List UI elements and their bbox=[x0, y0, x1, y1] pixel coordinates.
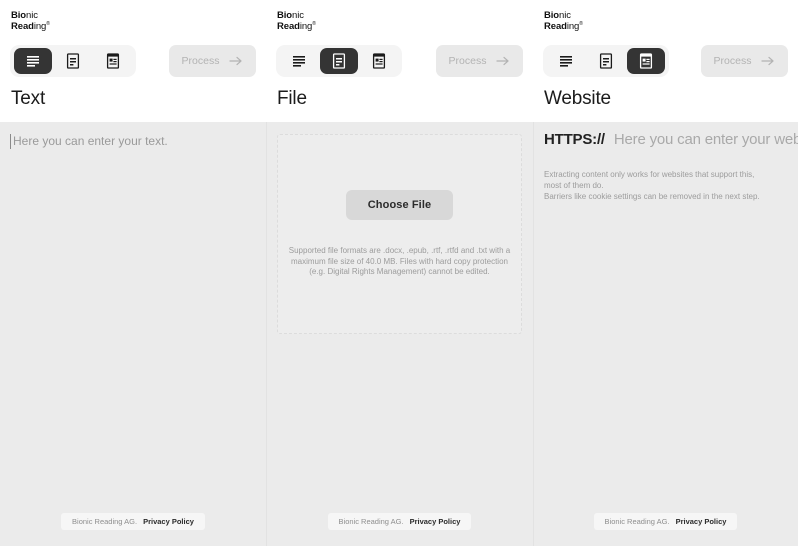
panel-file: Bionic Reading® Process File Choose File… bbox=[266, 0, 533, 546]
logo-bionic-reading-website: Bionic Reading® bbox=[544, 10, 798, 32]
logo-line2-bold: Read bbox=[11, 20, 34, 32]
document-icon bbox=[332, 53, 346, 69]
privacy-policy-link-website[interactable]: Privacy Policy bbox=[676, 517, 727, 526]
footer-pill-website: Bionic Reading AG. Privacy Policy bbox=[593, 513, 738, 530]
tab-group-website bbox=[543, 45, 669, 77]
web-document-icon bbox=[639, 53, 653, 69]
logo-bionic-reading: Bionic Reading® bbox=[11, 10, 266, 32]
website-hint: Extracting content only works for websit… bbox=[544, 169, 786, 202]
process-button-file[interactable]: Process bbox=[436, 45, 523, 77]
page-title-website: Website bbox=[544, 88, 611, 109]
panel-website: Bionic Reading® Process Website HTTPS://… bbox=[533, 0, 798, 546]
process-label-file: Process bbox=[448, 55, 487, 67]
tab-website[interactable] bbox=[94, 48, 132, 74]
tab-website[interactable] bbox=[627, 48, 665, 74]
tab-text[interactable] bbox=[280, 48, 318, 74]
tab-text[interactable] bbox=[14, 48, 52, 74]
toolbar-website: Process bbox=[543, 45, 788, 77]
file-dropzone[interactable]: Choose File Supported file formats are .… bbox=[277, 134, 522, 334]
logo-line2-rest-website: ing bbox=[566, 20, 580, 32]
footer-company-file: Bionic Reading AG. bbox=[338, 517, 404, 526]
panel-body-text: Here you can enter your text. Bionic Rea… bbox=[0, 122, 266, 546]
choose-file-button[interactable]: Choose File bbox=[345, 190, 454, 221]
footer-text: Bionic Reading AG. Privacy Policy bbox=[0, 513, 266, 546]
logo-bionic-reading-file: Bionic Reading® bbox=[277, 10, 533, 32]
page-title-text: Text bbox=[11, 88, 46, 109]
logo-line1-bold-website: Bio bbox=[544, 10, 560, 21]
website-hint-line-3: Barriers like cookie settings can be rem… bbox=[544, 192, 760, 201]
logo-line1-rest: nic bbox=[26, 10, 38, 21]
footer-company-text: Bionic Reading AG. bbox=[72, 517, 138, 526]
process-button-website[interactable]: Process bbox=[701, 45, 788, 77]
footer-website: Bionic Reading AG. Privacy Policy bbox=[533, 513, 798, 546]
tab-group-text bbox=[10, 45, 136, 77]
panel-header-website: Bionic Reading® Process Website bbox=[533, 0, 798, 110]
footer-file: Bionic Reading AG. Privacy Policy bbox=[266, 513, 533, 546]
toolbar-text: Process bbox=[10, 45, 256, 77]
logo-line1-rest-website: nic bbox=[559, 10, 571, 21]
arrow-right-icon bbox=[496, 55, 510, 67]
logo-trademark-file: ® bbox=[312, 20, 316, 27]
logo-line2-bold-website: Read bbox=[544, 20, 567, 32]
tab-text[interactable] bbox=[547, 48, 585, 74]
website-hint-line-2: most of them do. bbox=[544, 181, 604, 190]
logo-line1-bold-file: Bio bbox=[277, 10, 293, 21]
text-input-area[interactable]: Here you can enter your text. bbox=[0, 122, 266, 149]
text-input-placeholder: Here you can enter your text. bbox=[13, 134, 168, 148]
web-document-icon bbox=[106, 53, 120, 69]
logo-line1-bold: Bio bbox=[11, 10, 27, 21]
panel-body-file: Choose File Supported file formats are .… bbox=[266, 122, 533, 546]
footer-pill-file: Bionic Reading AG. Privacy Policy bbox=[327, 513, 472, 530]
url-input-placeholder: Here you can enter your website l bbox=[613, 131, 798, 148]
panel-text: Bionic Reading® Process Text Here you ca… bbox=[0, 0, 266, 546]
footer-company-website: Bionic Reading AG. bbox=[604, 517, 670, 526]
arrow-right-icon bbox=[229, 55, 243, 67]
process-button-text[interactable]: Process bbox=[169, 45, 256, 77]
file-format-hint: Supported file formats are .docx, .epub,… bbox=[288, 246, 511, 277]
arrow-right-icon bbox=[761, 55, 775, 67]
tab-website[interactable] bbox=[360, 48, 398, 74]
panel-header-file: Bionic Reading® Process File bbox=[266, 0, 533, 110]
privacy-policy-link-file[interactable]: Privacy Policy bbox=[410, 517, 461, 526]
text-lines-icon bbox=[292, 54, 306, 68]
logo-trademark-website: ® bbox=[579, 20, 583, 27]
logo-line1-rest-file: nic bbox=[292, 10, 304, 21]
tab-file[interactable] bbox=[320, 48, 358, 74]
text-lines-icon bbox=[559, 54, 573, 68]
logo-line2-rest-file: ing bbox=[299, 20, 313, 32]
tab-file[interactable] bbox=[54, 48, 92, 74]
logo-trademark: ® bbox=[46, 20, 50, 27]
document-icon bbox=[599, 53, 613, 69]
process-label-website: Process bbox=[713, 55, 752, 67]
url-input-row[interactable]: HTTPS:// Here you can enter your website… bbox=[533, 122, 798, 148]
url-scheme-label: HTTPS:// bbox=[544, 131, 605, 148]
logo-line2-rest: ing bbox=[33, 20, 47, 32]
tab-file[interactable] bbox=[587, 48, 625, 74]
web-document-icon bbox=[372, 53, 386, 69]
bionic-reading-app: Bionic Reading® Process Text Here you ca… bbox=[0, 0, 798, 546]
tab-group-file bbox=[276, 45, 402, 77]
page-title-file: File bbox=[277, 88, 307, 109]
panel-body-website: HTTPS:// Here you can enter your website… bbox=[533, 122, 798, 546]
logo-line2-bold-file: Read bbox=[277, 20, 300, 32]
process-label-text: Process bbox=[181, 55, 220, 67]
toolbar-file: Process bbox=[276, 45, 523, 77]
document-icon bbox=[66, 53, 80, 69]
website-hint-line-1: Extracting content only works for websit… bbox=[544, 170, 755, 179]
panel-header-text: Bionic Reading® Process Text bbox=[0, 0, 266, 110]
text-lines-icon bbox=[26, 54, 40, 68]
text-caret bbox=[10, 134, 11, 149]
privacy-policy-link-text[interactable]: Privacy Policy bbox=[143, 517, 194, 526]
footer-pill-text: Bionic Reading AG. Privacy Policy bbox=[61, 513, 205, 530]
